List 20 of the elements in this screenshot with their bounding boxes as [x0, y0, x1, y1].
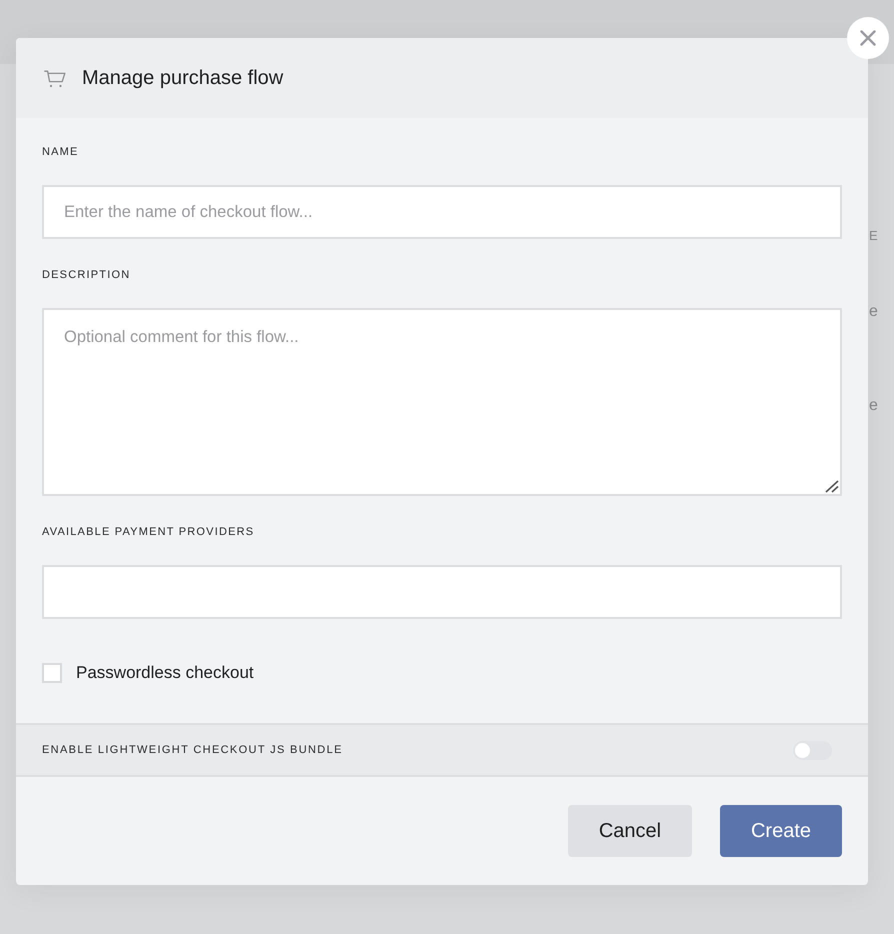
background-text: E: [869, 228, 878, 244]
resize-grip-icon[interactable]: [825, 480, 839, 493]
background-text: e: [869, 396, 878, 416]
checkbox-label[interactable]: Passwordless checkout: [76, 663, 254, 683]
create-button[interactable]: Create: [720, 805, 842, 857]
cancel-button[interactable]: Cancel: [568, 805, 692, 857]
close-icon: [860, 30, 876, 46]
checkbox[interactable]: [42, 663, 62, 683]
text-input[interactable]: [42, 565, 842, 619]
background-text: e: [869, 302, 878, 322]
setting-label: ENABLE LIGHTWEIGHT CHECKOUT JS BUNDLE: [42, 743, 343, 757]
dialog-title: Manage purchase flow: [82, 66, 284, 90]
toggle-switch[interactable]: [793, 740, 832, 760]
field-label: AVAILABLE PAYMENT PROVIDERS: [42, 525, 254, 539]
shopping-cart-icon: [44, 70, 66, 88]
field-label: NAME: [42, 145, 79, 159]
close-button[interactable]: [847, 17, 889, 59]
textarea-field[interactable]: Optional comment for this flow...: [42, 308, 842, 496]
field-label: DESCRIPTION: [42, 268, 130, 282]
text-input[interactable]: Enter the name of checkout flow...: [42, 185, 842, 239]
